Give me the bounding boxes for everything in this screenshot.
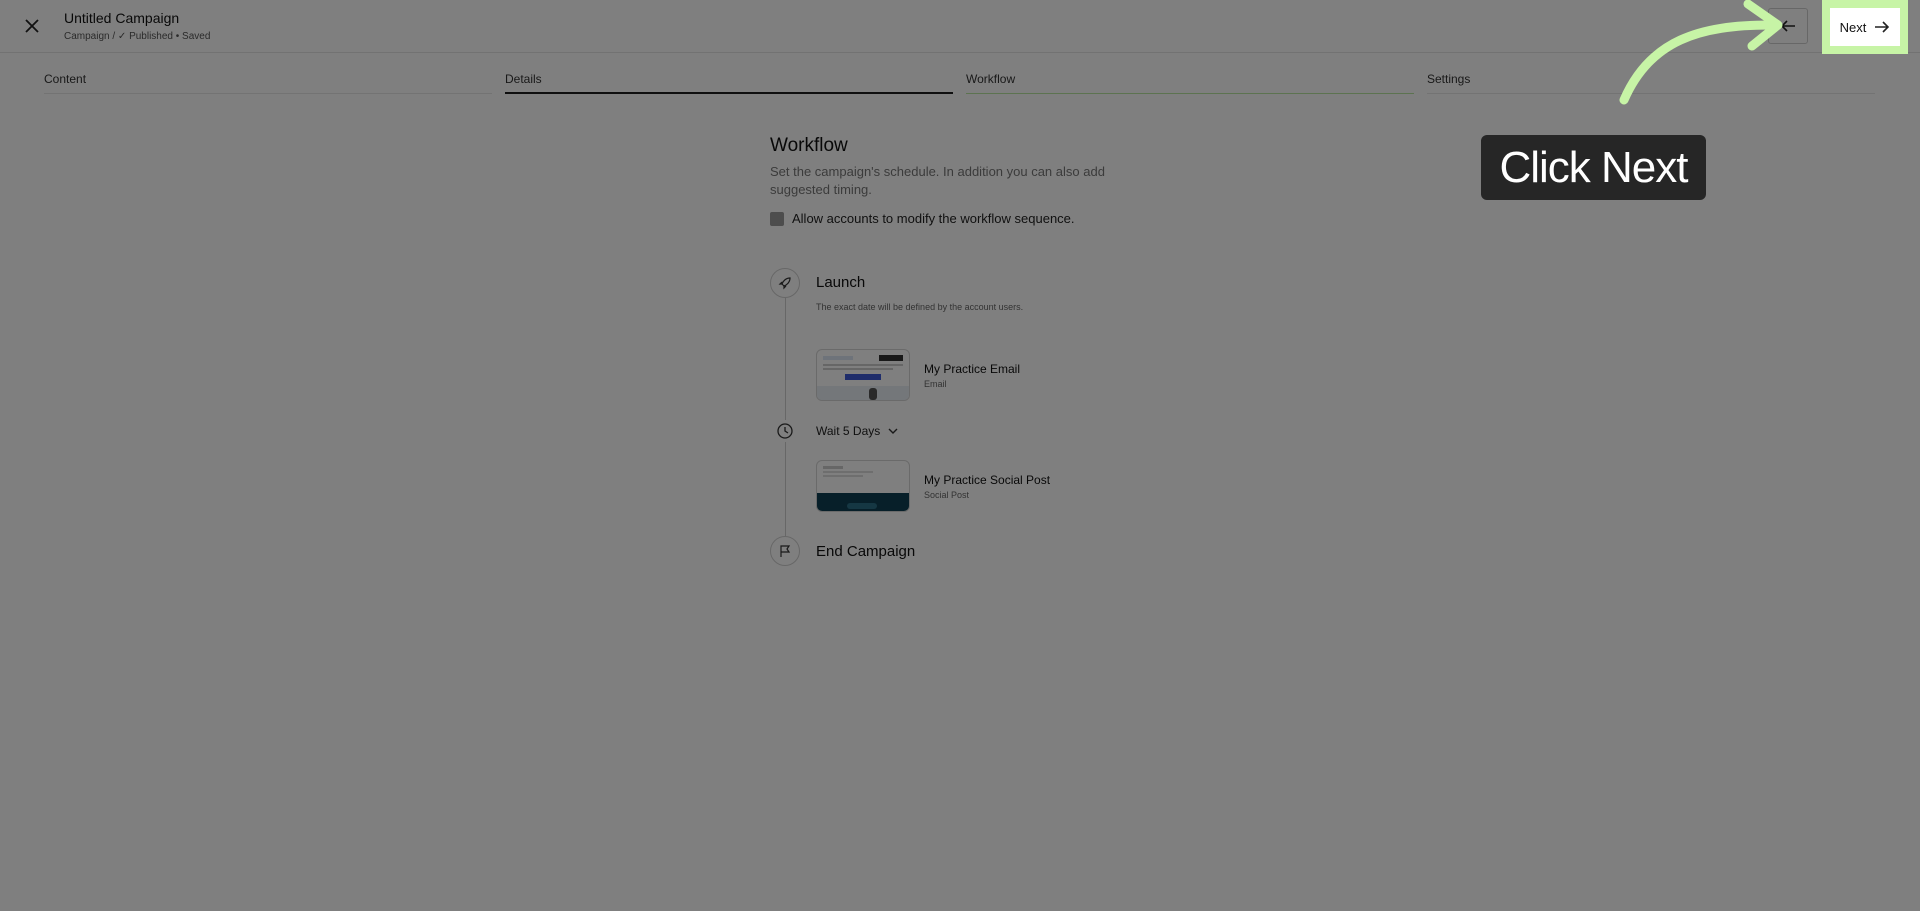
social-item-name: My Practice Social Post: [924, 472, 1051, 487]
allow-modify-checkbox-row[interactable]: Allow accounts to modify the workflow se…: [770, 211, 1230, 226]
allow-modify-checkbox[interactable]: [770, 211, 784, 226]
rocket-icon: [778, 277, 791, 290]
campaign-status: Campaign / ✓ Published • Saved: [64, 31, 211, 42]
email-thumbnail: [816, 349, 910, 401]
next-button-label: Next: [1839, 19, 1867, 35]
wait-label: Wait 5 Days: [816, 424, 881, 438]
tab-details[interactable]: Details: [505, 64, 953, 94]
workflow-item-email[interactable]: My Practice Email Email: [816, 349, 1020, 401]
email-item-name: My Practice Email: [924, 361, 1021, 376]
workflow-panel: Workflow Set the campaign's schedule. In…: [770, 135, 1230, 566]
social-post-thumbnail: [816, 460, 910, 512]
next-button[interactable]: Next: [1830, 8, 1900, 46]
tutorial-callout: Click Next: [1481, 135, 1706, 200]
arrow-right-icon: [1875, 21, 1890, 33]
chevron-down-icon: [888, 428, 898, 434]
wait-node: [774, 420, 796, 442]
tab-content[interactable]: Content: [44, 64, 492, 94]
end-campaign-label: End Campaign: [816, 543, 916, 560]
workflow-item-social-post[interactable]: My Practice Social Post Social Post: [816, 460, 1050, 512]
launch-title: Launch: [816, 274, 866, 291]
top-bar: Untitled Campaign Campaign / ✓ Published…: [0, 0, 1920, 53]
tab-settings[interactable]: Settings: [1427, 64, 1875, 94]
launch-note: The exact date will be defined by the ac…: [816, 302, 1024, 312]
social-item-type: Social Post: [924, 489, 970, 500]
email-item-type: Email: [924, 378, 947, 389]
checkbox-label: Allow accounts to modify the workflow se…: [792, 211, 1075, 226]
close-icon: [25, 19, 39, 33]
launch-node: [770, 268, 800, 298]
wait-duration-dropdown[interactable]: Wait 5 Days: [816, 424, 898, 438]
back-button[interactable]: [1768, 8, 1808, 44]
clock-icon: [777, 423, 793, 439]
tab-workflow[interactable]: Workflow: [966, 64, 1414, 94]
page-title: Workflow: [770, 135, 848, 156]
flag-icon: [780, 545, 791, 557]
end-node: [770, 536, 800, 566]
page-description: Set the campaign's schedule. In addition…: [770, 164, 1105, 197]
arrow-left-icon: [1780, 20, 1795, 32]
campaign-title: Untitled Campaign: [64, 10, 180, 26]
close-button[interactable]: [18, 12, 46, 40]
timeline-connector: [785, 298, 786, 536]
